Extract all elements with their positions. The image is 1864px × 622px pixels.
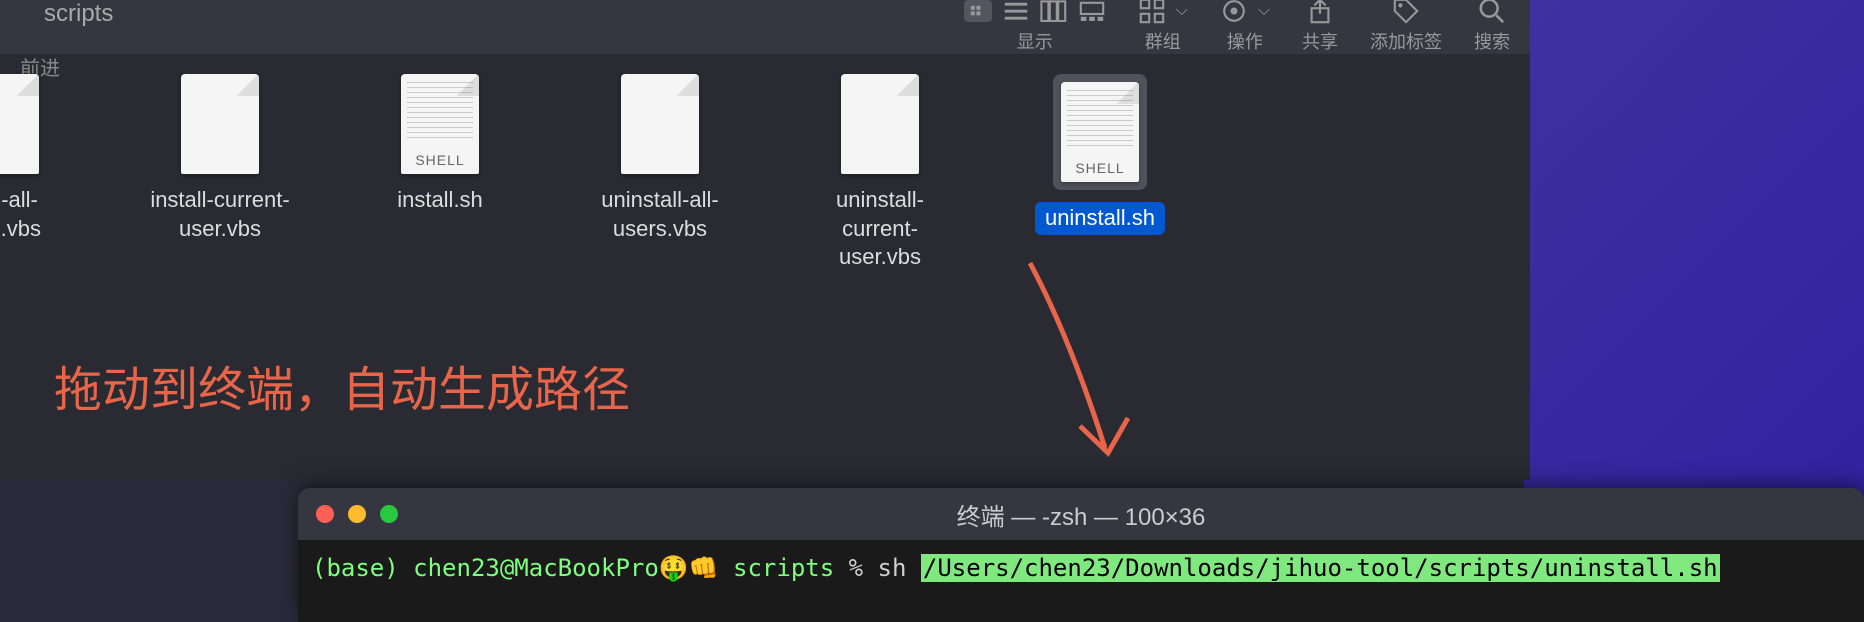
- file-label: install.sh: [397, 186, 483, 215]
- list-view-icon[interactable]: [1002, 0, 1030, 22]
- gear-icon: [1220, 0, 1248, 22]
- file-icon: [621, 74, 699, 174]
- icon-view-icon[interactable]: [964, 0, 992, 22]
- file-item[interactable]: stall-all- sers.vbs: [0, 74, 80, 272]
- action-button[interactable]: ⌵ 操作: [1220, 0, 1270, 54]
- tag-icon: [1392, 0, 1420, 22]
- folder-title: scripts: [44, 0, 113, 28]
- shell-file-icon: [1061, 82, 1139, 182]
- annotation-text: 拖动到终端，自动生成路径: [54, 350, 630, 420]
- terminal-titlebar[interactable]: 终端 — -zsh — 100×36: [298, 488, 1864, 540]
- share-icon: [1306, 0, 1334, 22]
- prompt-emoji: 🤑👊: [659, 554, 719, 582]
- file-label: install-current- user.vbs: [150, 186, 289, 243]
- search-button[interactable]: 搜索: [1474, 0, 1510, 54]
- tags-label: 添加标签: [1370, 28, 1442, 54]
- file-label: uninstall-current- user.vbs: [800, 186, 960, 272]
- search-label: 搜索: [1474, 28, 1510, 54]
- group-button[interactable]: ⌵ 群组: [1138, 0, 1188, 54]
- annotation-arrow: [1010, 258, 1150, 478]
- file-icon: [841, 74, 919, 174]
- file-icon: [0, 74, 39, 174]
- search-icon: [1478, 0, 1506, 22]
- prompt-command: sh: [878, 554, 907, 582]
- view-toggle-group: 显示: [964, 0, 1106, 54]
- tags-button[interactable]: 添加标签: [1370, 0, 1442, 54]
- column-view-icon[interactable]: [1040, 0, 1068, 22]
- group-label: 群组: [1145, 28, 1181, 54]
- terminal-body[interactable]: (base) chen23@MacBookPro🤑👊 scripts % sh …: [298, 540, 1864, 596]
- terminal-title: 终端 — -zsh — 100×36: [957, 497, 1206, 532]
- prompt-env: (base): [312, 554, 399, 582]
- file-label: uninstall-all- users.vbs: [601, 186, 718, 243]
- share-button[interactable]: 共享: [1302, 0, 1338, 54]
- file-item[interactable]: uninstall.sh: [1020, 74, 1180, 272]
- close-button[interactable]: [316, 505, 334, 523]
- share-label: 共享: [1302, 28, 1338, 54]
- file-label: uninstall.sh: [1035, 202, 1165, 235]
- file-item[interactable]: uninstall-current- user.vbs: [800, 74, 960, 272]
- prompt-char: %: [849, 554, 863, 582]
- prompt-user: chen23@MacBookPro: [413, 554, 659, 582]
- file-item[interactable]: install-current- user.vbs: [140, 74, 300, 272]
- file-item[interactable]: install.sh: [360, 74, 520, 272]
- action-label: 操作: [1227, 28, 1263, 54]
- traffic-lights: [316, 505, 398, 523]
- zoom-button[interactable]: [380, 505, 398, 523]
- finder-file-grid: stall-all- sers.vbs install-current- user…: [0, 54, 1530, 292]
- shell-file-icon: [401, 74, 479, 174]
- view-label: 显示: [1017, 28, 1053, 54]
- gallery-view-icon[interactable]: [1078, 0, 1106, 22]
- finder-toolbar: scripts 前进 显示 ⌵ 群组 ⌵ 操作: [0, 0, 1530, 54]
- file-item[interactable]: uninstall-all- users.vbs: [580, 74, 740, 272]
- prompt-path: /Users/chen23/Downloads/jihuo-tool/scrip…: [921, 554, 1720, 582]
- file-label: stall-all- sers.vbs: [0, 186, 41, 243]
- group-icon: [1138, 0, 1166, 22]
- prompt-dir: scripts: [733, 554, 834, 582]
- minimize-button[interactable]: [348, 505, 366, 523]
- terminal-window: 终端 — -zsh — 100×36 (base) chen23@MacBook…: [298, 488, 1864, 622]
- file-icon: [181, 74, 259, 174]
